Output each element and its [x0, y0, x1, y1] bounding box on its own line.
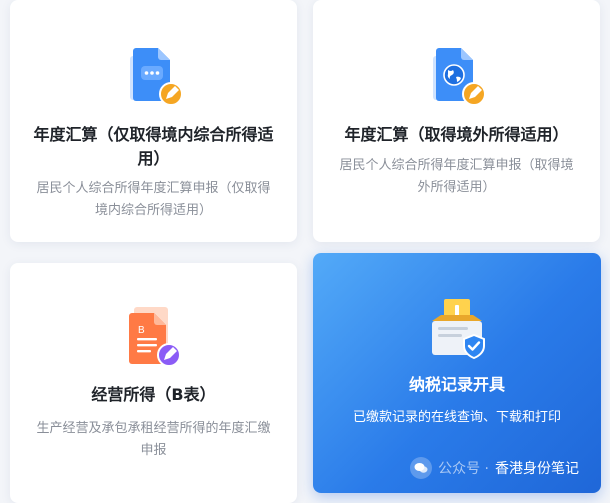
card-business-income-b[interactable]: B 经营所得（B表） 生产经营及承包承租经营所得的年度汇缴申报 — [10, 263, 297, 503]
wechat-icon — [410, 457, 433, 479]
watermark-text: 香港身份笔记 — [495, 461, 579, 477]
card-description: 生产经营及承包承租经营所得的年度汇缴申报 — [36, 421, 271, 458]
card-title: 年度汇算（取得境外所得适用） — [344, 125, 569, 144]
card-description: 居民个人综合所得年度汇算申报（取得境外所得适用） — [339, 158, 574, 195]
card-title: 年度汇算（仅取得境内综合所得适用） — [33, 125, 274, 168]
document-b-edit-icon: B — [122, 305, 186, 369]
document-globe-edit-icon — [425, 44, 489, 108]
icon-letter: B — [138, 325, 145, 336]
card-description: 已缴款记录的在线查询、下载和打印 — [352, 410, 561, 425]
card-annual-domestic[interactable]: 年度汇算（仅取得境内综合所得适用） 居民个人综合所得年度汇算申报（仅取得境内综合… — [10, 0, 297, 242]
inbox-shield-icon — [422, 295, 492, 365]
card-title: 经营所得（B表） — [91, 385, 216, 404]
card-tax-record[interactable]: 纳税记录开具 已缴款记录的在线查询、下载和打印 公众号 · 香港身份笔记 — [313, 253, 601, 493]
watermark: 公众号 · 香港身份笔记 — [410, 457, 579, 479]
card-description: 居民个人综合所得年度汇算申报（仅取得境内综合所得适用） — [36, 181, 271, 218]
card-annual-overseas[interactable]: 年度汇算（取得境外所得适用） 居民个人综合所得年度汇算申报（取得境外所得适用） — [313, 0, 600, 242]
card-title: 纳税记录开具 — [408, 375, 505, 394]
watermark-prefix: 公众号 · — [438, 461, 489, 477]
document-chat-edit-icon — [122, 44, 186, 108]
